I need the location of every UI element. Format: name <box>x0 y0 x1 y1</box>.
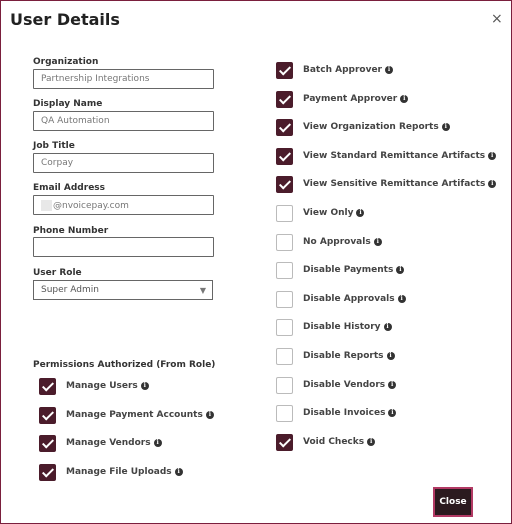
info-icon[interactable]: i <box>385 66 393 74</box>
info-icon[interactable]: i <box>383 323 392 332</box>
permission-label: Manage File Uploads i <box>66 467 183 477</box>
role-label-text: Disable Approvals <box>303 293 395 304</box>
permission-checkbox[interactable] <box>39 406 56 424</box>
role-checkbox[interactable] <box>276 62 293 79</box>
close-icon[interactable]: × <box>491 11 503 27</box>
user-role-value: Super Admin <box>41 285 99 295</box>
role-checkbox[interactable] <box>276 262 293 280</box>
permission-checkbox[interactable] <box>39 463 56 481</box>
info-icon[interactable]: i <box>367 437 376 446</box>
role-label-text: Disable Invoices <box>303 408 386 419</box>
role-label: View Standard Remittance Artifacts i <box>303 150 497 161</box>
email-label: Email Address <box>33 183 106 193</box>
phone-field[interactable] <box>33 237 214 257</box>
role-checkbox[interactable] <box>276 119 293 137</box>
role-label: Disable Vendors i <box>303 379 397 390</box>
user-role-label: User Role <box>33 268 82 278</box>
role-checkbox[interactable] <box>276 147 293 165</box>
email-value: @nvoicepay.com <box>53 201 129 211</box>
role-checkbox[interactable] <box>276 233 293 251</box>
role-label-text: View Sensitive Remittance Artifacts <box>303 179 486 190</box>
role-checkbox[interactable] <box>276 176 293 194</box>
role-label-text: View Organization Reports <box>303 122 439 133</box>
permission-label: Manage Users i <box>66 381 149 391</box>
role-checkbox[interactable] <box>276 405 293 423</box>
info-icon[interactable]: i <box>373 237 382 246</box>
role-checkbox[interactable] <box>276 348 293 365</box>
role-label: Disable Reports i <box>303 351 395 361</box>
role-label-text: Void Checks <box>303 436 365 447</box>
info-icon[interactable]: i <box>174 467 183 476</box>
user-details-dialog: User Details × Organization Partnership … <box>0 0 512 524</box>
close-button[interactable]: Close <box>433 487 473 517</box>
role-label: Batch Approver i <box>303 65 393 75</box>
permission-label: Manage Payment Accounts i <box>66 410 214 420</box>
role-checkbox[interactable] <box>276 90 293 108</box>
permission-checkbox[interactable] <box>39 435 56 452</box>
role-label-text: View Only <box>303 208 354 218</box>
role-checkbox[interactable] <box>276 376 293 394</box>
role-label-text: Disable History <box>303 322 381 333</box>
info-icon[interactable]: i <box>140 382 149 390</box>
permission-label-text: Manage File Uploads <box>66 466 172 477</box>
role-label-text: Disable Payments <box>303 265 394 276</box>
info-icon[interactable]: i <box>488 180 497 189</box>
redacted-text <box>41 200 52 211</box>
info-icon[interactable]: i <box>153 439 162 447</box>
info-icon[interactable]: i <box>388 380 397 389</box>
role-label: Disable History i <box>303 322 392 332</box>
role-checkbox[interactable] <box>276 319 293 337</box>
permission-label: Manage Vendors i <box>66 438 162 448</box>
role-checkbox[interactable] <box>276 433 293 451</box>
info-icon[interactable]: i <box>441 123 450 132</box>
permission-label-text: Manage Users <box>66 381 138 391</box>
job-title-field[interactable]: Corpay <box>33 153 214 173</box>
role-label: No Approvals i <box>303 237 382 247</box>
role-label: Void Checks i <box>303 436 376 447</box>
info-icon[interactable]: i <box>400 94 409 103</box>
role-label-text: Batch Approver <box>303 65 382 75</box>
info-icon[interactable]: i <box>397 294 406 303</box>
chevron-down-icon: ▼ <box>199 286 206 295</box>
permissions-title: Permissions Authorized (From Role) <box>33 360 216 370</box>
role-label: View Sensitive Remittance Artifacts i <box>303 179 497 190</box>
job-title-label: Job Title <box>33 141 75 151</box>
info-icon[interactable]: i <box>205 410 214 419</box>
role-label-text: Disable Reports <box>303 351 384 361</box>
dialog-title: User Details <box>10 10 120 29</box>
role-label-text: No Approvals <box>303 236 371 247</box>
organization-field[interactable]: Partnership Integrations <box>33 69 214 89</box>
role-checkbox[interactable] <box>276 205 293 222</box>
role-label-text: View Standard Remittance Artifacts <box>303 150 486 161</box>
info-icon[interactable]: i <box>386 352 395 360</box>
role-label: View Organization Reports i <box>303 122 450 132</box>
organization-label: Organization <box>33 57 99 67</box>
role-label: View Only i <box>303 208 365 218</box>
permission-label-text: Manage Payment Accounts <box>66 409 203 420</box>
role-label-text: Payment Approver <box>303 93 398 104</box>
permission-checkbox[interactable] <box>39 378 56 395</box>
info-icon[interactable]: i <box>388 409 397 418</box>
role-label: Disable Invoices i <box>303 408 397 419</box>
display-name-field[interactable]: QA Automation <box>33 111 214 131</box>
role-label-text: Disable Vendors <box>303 379 386 390</box>
info-icon[interactable]: i <box>488 151 497 160</box>
info-icon[interactable]: i <box>396 266 405 275</box>
role-label: Disable Approvals i <box>303 294 406 304</box>
role-label: Disable Payments i <box>303 265 405 276</box>
role-checkbox[interactable] <box>276 290 293 308</box>
permission-label-text: Manage Vendors <box>66 438 151 448</box>
role-label: Payment Approver i <box>303 93 409 104</box>
user-role-select[interactable]: Super Admin ▼ <box>33 280 213 300</box>
email-field[interactable]: @nvoicepay.com <box>33 195 214 215</box>
phone-label: Phone Number <box>33 226 109 236</box>
display-name-label: Display Name <box>33 99 103 109</box>
info-icon[interactable]: i <box>356 209 365 217</box>
